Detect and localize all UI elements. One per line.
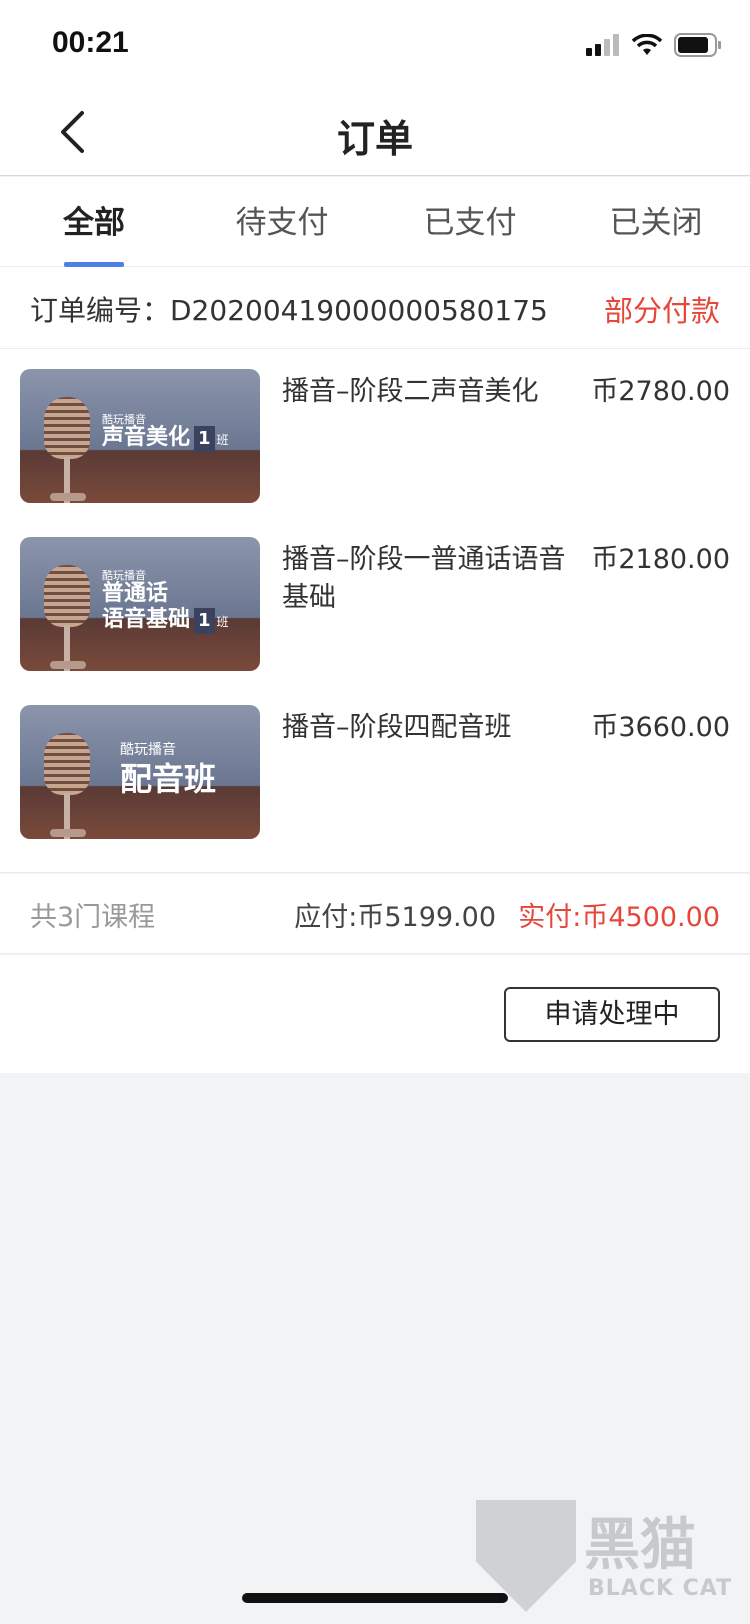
- order-item[interactable]: 酷玩播音 配音班 播音–阶段四配音班 币3660.00: [0, 705, 750, 841]
- microphone-base: [50, 829, 86, 837]
- thumb-class-suffix: 班: [216, 615, 229, 629]
- thumb-title-line: 普通话: [102, 581, 169, 606]
- microphone-base: [50, 493, 86, 501]
- course-thumbnail: 酷玩播音 普通话 语音基础 1 班: [20, 537, 260, 671]
- watermark-cn: 黑猫: [584, 1513, 696, 1578]
- thumb-brand: 酷玩播音: [120, 742, 176, 758]
- thumb-title: 配音班: [120, 761, 216, 797]
- status-time: 00:21: [52, 26, 129, 59]
- course-thumbnail: 酷玩播音 声音美化 1 班: [20, 369, 260, 503]
- order-item-list: 酷玩播音 声音美化 1 班 播音–阶段二声音美化 币2780.00 酷玩播音 普通话…: [0, 349, 750, 873]
- course-price: 币3660.00: [591, 712, 730, 743]
- thumb-title: 普通话 语音基础 1 班: [102, 581, 229, 635]
- tab-closed[interactable]: 已关闭: [562, 177, 750, 267]
- amount-paid: 实付:币4500.00: [518, 902, 720, 933]
- tab-paid[interactable]: 已支付: [376, 177, 564, 267]
- thumb-class-number: 1: [194, 608, 215, 634]
- cellular-signal-icon: [586, 34, 619, 56]
- thumb-title: 声音美化 1 班: [102, 425, 229, 453]
- course-price: 币2180.00: [591, 544, 730, 575]
- order-summary: 共3门课程 应付:币5199.00 实付:币4500.00: [0, 874, 750, 954]
- wifi-icon: [632, 34, 662, 55]
- battery-icon: [674, 33, 721, 57]
- tab-bar: 全部 待支付 已支付 已关闭: [0, 177, 750, 267]
- home-indicator[interactable]: [242, 1593, 508, 1603]
- course-price: 币2780.00: [591, 376, 730, 407]
- watermark-en: BLACK CAT: [588, 1576, 733, 1601]
- thumb-title-line: 配音班: [120, 760, 217, 798]
- thumb-class-suffix: 班: [216, 433, 229, 447]
- tab-label: 已关闭: [609, 205, 703, 241]
- nav-bar: 订单: [0, 88, 750, 176]
- order-item[interactable]: 酷玩播音 普通话 语音基础 1 班 播音–阶段一普通话语音基础 币2180.00: [0, 537, 750, 673]
- amount-payable: 应付:币5199.00: [294, 902, 496, 933]
- watermark-logo: 黑猫 BLACK CAT: [476, 1500, 746, 1616]
- tab-pending-payment[interactable]: 待支付: [188, 177, 376, 267]
- page-title: 订单: [336, 117, 413, 161]
- order-header: 订单编号：D20200419000000580175 部分付款: [0, 267, 750, 349]
- thumb-class-number: 1: [194, 426, 215, 452]
- course-name: 播音–阶段二声音美化: [282, 376, 539, 407]
- status-icons: [586, 30, 722, 60]
- status-bar: 00:21: [0, 0, 750, 88]
- microphone-icon: [44, 565, 90, 627]
- tab-all[interactable]: 全部: [0, 177, 188, 267]
- order-number: 订单编号：D20200419000000580175: [30, 294, 548, 327]
- tab-label: 全部: [63, 205, 125, 241]
- thumb-title-line: 声音美化: [102, 425, 191, 450]
- thumb-title-line: 语音基础: [102, 607, 191, 632]
- course-count: 共3门课程: [30, 902, 156, 933]
- microphone-icon: [44, 733, 90, 795]
- request-processing-button[interactable]: 申请处理中: [504, 987, 720, 1042]
- microphone-base: [50, 661, 86, 669]
- course-name: 播音–阶段四配音班: [282, 712, 512, 743]
- order-item[interactable]: 酷玩播音 声音美化 1 班 播音–阶段二声音美化 币2780.00: [0, 369, 750, 505]
- tab-label: 已支付: [423, 205, 517, 241]
- order-actions: 申请处理中: [0, 955, 750, 1073]
- course-name: 播音–阶段一普通话语音基础: [282, 544, 566, 613]
- tab-label: 待支付: [235, 205, 329, 241]
- course-thumbnail: 酷玩播音 配音班: [20, 705, 260, 839]
- microphone-icon: [44, 397, 90, 459]
- order-status-badge: 部分付款: [603, 294, 720, 328]
